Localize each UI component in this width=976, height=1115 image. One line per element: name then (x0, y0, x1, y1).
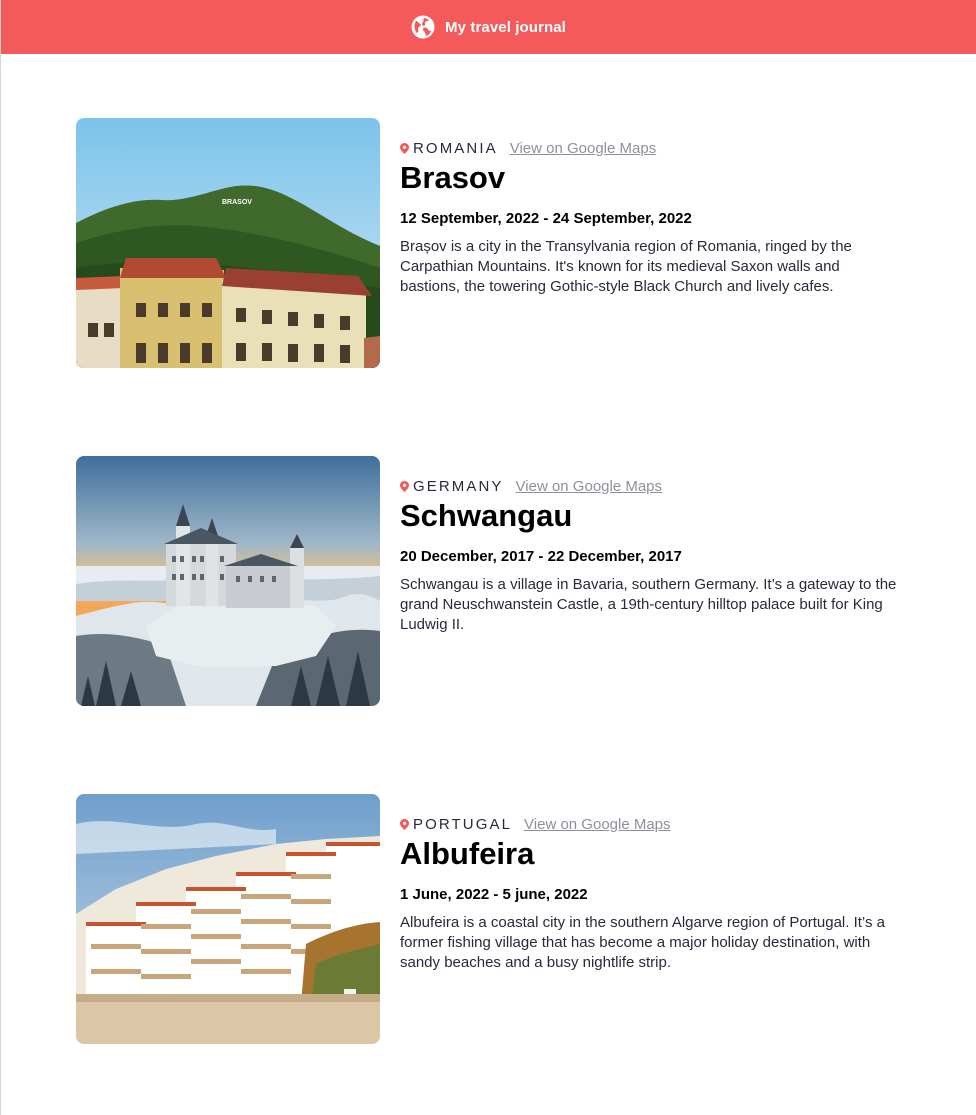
google-maps-link[interactable]: View on Google Maps (510, 140, 656, 157)
entry-description: Schwangau is a village in Bavaria, south… (400, 576, 897, 633)
entry-dates: 1 June, 2022 - 5 june, 2022 (400, 886, 588, 903)
location-pin-icon (400, 818, 409, 830)
globe-icon (411, 15, 435, 39)
entry-info: ROMANIA View on Google Maps Brasov 12 Se… (400, 118, 906, 297)
entry-title: Brasov (400, 160, 506, 195)
app-header: My travel journal (1, 0, 976, 54)
entry-dates: 12 September, 2022 - 24 September, 2022 (400, 210, 692, 227)
entry-photo (76, 794, 380, 1044)
journal-entry: GERMANY View on Google Maps Schwangau 20… (76, 456, 906, 706)
location-row: GERMANY View on Google Maps (400, 477, 906, 495)
journal-entry: PORTUGAL View on Google Maps Albufeira 1… (76, 794, 906, 1044)
location-row: PORTUGAL View on Google Maps (400, 815, 906, 833)
app-title: My travel journal (445, 18, 566, 36)
country-label: ROMANIA (413, 139, 498, 157)
entry-photo: BRASOV (76, 118, 380, 368)
country-label: GERMANY (413, 477, 504, 495)
google-maps-link[interactable]: View on Google Maps (516, 478, 662, 495)
entry-dates: 20 December, 2017 - 22 December, 2017 (400, 548, 682, 565)
entry-description: Albufeira is a coastal city in the south… (400, 914, 885, 971)
location-row: ROMANIA View on Google Maps (400, 139, 906, 157)
location-pin-icon (400, 142, 409, 154)
entry-info: GERMANY View on Google Maps Schwangau 20… (400, 456, 906, 635)
entry-title: Albufeira (400, 836, 535, 871)
location-pin-icon (400, 480, 409, 492)
entry-title: Schwangau (400, 498, 573, 533)
entry-info: PORTUGAL View on Google Maps Albufeira 1… (400, 794, 906, 973)
journal-entry: BRASOV ROMANIA View on Google Maps Braso… (76, 118, 906, 368)
entry-photo (76, 456, 380, 706)
country-label: PORTUGAL (413, 815, 513, 833)
google-maps-link[interactable]: View on Google Maps (524, 816, 670, 833)
entry-description: Brașov is a city in the Transylvania reg… (400, 238, 852, 295)
sign-text: BRASOV (222, 199, 252, 206)
